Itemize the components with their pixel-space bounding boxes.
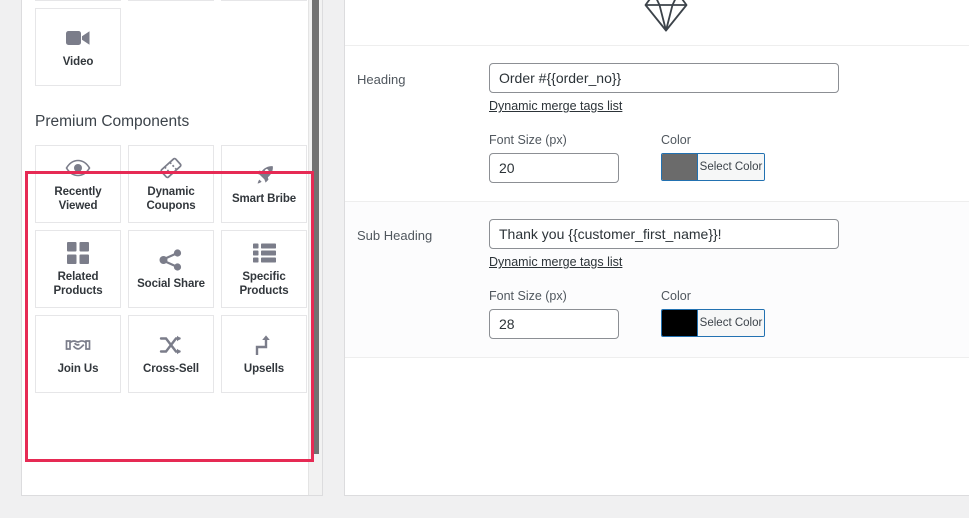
component-tile-label: Specific Products xyxy=(239,271,289,297)
heading-color-group: Color Select Color xyxy=(661,133,765,183)
handshake-icon xyxy=(65,332,91,358)
shuffle-arrows-icon xyxy=(159,332,183,358)
app-root: Video Premium Components Recently Viewed xyxy=(0,0,969,518)
premium-components-heading: Premium Components xyxy=(35,113,190,130)
bottom-divider xyxy=(345,357,969,358)
panel-header xyxy=(345,0,969,45)
dynamic-merge-tags-link-sub-heading[interactable]: Dynamic merge tags list xyxy=(489,255,622,269)
component-tile-label: Related Products xyxy=(53,271,103,297)
row-label-heading: Heading xyxy=(357,72,406,87)
sub-heading-color-swatch xyxy=(662,310,697,336)
share-nodes-icon xyxy=(159,247,183,273)
premium-components-grid: Recently Viewed Dynamic Coupons Smart Br… xyxy=(35,145,307,393)
form-row-sub-heading: Sub Heading Thank you {{customer_first_n… xyxy=(345,202,969,357)
color-label: Color xyxy=(661,133,691,147)
component-tile-label: Cross-Sell xyxy=(143,362,199,375)
component-tile-video[interactable]: Video xyxy=(35,8,121,86)
components-panel-scrollbar-track[interactable] xyxy=(308,0,322,495)
tile-partial[interactable] xyxy=(128,0,214,1)
arrow-up-turn-icon xyxy=(253,332,275,358)
component-tile-label: Smart Bribe xyxy=(231,192,297,205)
sub-heading-font-size-group: Font Size (px) 28 xyxy=(489,289,619,339)
diamond-gem-icon xyxy=(644,0,688,37)
eye-icon xyxy=(65,155,91,181)
component-tile-label: Dynamic Coupons xyxy=(146,186,196,212)
font-size-label: Font Size (px) xyxy=(489,133,567,147)
heading-font-size-group: Font Size (px) 20 xyxy=(489,133,619,183)
rocket-icon xyxy=(252,162,276,188)
component-tile-upsells[interactable]: Upsells xyxy=(221,315,307,393)
font-size-label: Font Size (px) xyxy=(489,289,567,303)
component-tile-specific-products[interactable]: Specific Products xyxy=(221,230,307,308)
component-tile-label: Video xyxy=(62,55,94,68)
components-panel-scroll-content: Video Premium Components Recently Viewed xyxy=(22,0,308,433)
color-label: Color xyxy=(661,289,691,303)
component-tile-smart-bribe[interactable]: Smart Bribe xyxy=(221,145,307,223)
components-panel-scrollbar-thumb[interactable] xyxy=(312,0,319,454)
component-tile-label: Upsells xyxy=(243,362,285,375)
component-tile-cross-sell[interactable]: Cross-Sell xyxy=(128,315,214,393)
component-tile-related-products[interactable]: Related Products xyxy=(35,230,121,308)
tile-partial[interactable] xyxy=(221,0,307,1)
sub-heading-color-group: Color Select Color xyxy=(661,289,765,339)
sub-heading-select-color-button[interactable]: Select Color xyxy=(661,309,765,337)
heading-select-color-button[interactable]: Select Color xyxy=(661,153,765,181)
component-tile-join-us[interactable]: Join Us xyxy=(35,315,121,393)
sub-heading-font-size-input[interactable]: 28 xyxy=(489,309,619,339)
video-camera-icon xyxy=(65,25,91,51)
partial-tile-row xyxy=(35,0,307,1)
component-tile-label: Recently Viewed xyxy=(54,186,102,212)
settings-panel: Heading Order #{{order_no}} Dynamic merg… xyxy=(344,0,969,496)
heading-input[interactable]: Order #{{order_no}} xyxy=(489,63,839,93)
heading-font-size-input[interactable]: 20 xyxy=(489,153,619,183)
sub-heading-select-color-label: Select Color xyxy=(697,310,764,336)
heading-select-color-label: Select Color xyxy=(697,154,764,180)
component-tile-recently-viewed[interactable]: Recently Viewed xyxy=(35,145,121,223)
component-tile-label: Social Share xyxy=(137,277,205,290)
grid-squares-icon xyxy=(67,240,89,266)
dynamic-merge-tags-link-heading[interactable]: Dynamic merge tags list xyxy=(489,99,622,113)
heading-color-swatch xyxy=(662,154,697,180)
sub-heading-input[interactable]: Thank you {{customer_first_name}}! xyxy=(489,219,839,249)
ticket-icon xyxy=(159,155,183,181)
components-panel: Video Premium Components Recently Viewed xyxy=(21,0,323,496)
free-components-grid: Video xyxy=(35,8,295,86)
component-tile-dynamic-coupons[interactable]: Dynamic Coupons xyxy=(128,145,214,223)
list-blocks-icon xyxy=(252,240,276,266)
tile-partial[interactable] xyxy=(35,0,121,1)
component-tile-label: Join Us xyxy=(57,362,99,375)
row-label-sub-heading: Sub Heading xyxy=(357,228,433,243)
component-tile-social-share[interactable]: Social Share xyxy=(128,230,214,308)
form-row-heading: Heading Order #{{order_no}} Dynamic merg… xyxy=(345,46,969,201)
